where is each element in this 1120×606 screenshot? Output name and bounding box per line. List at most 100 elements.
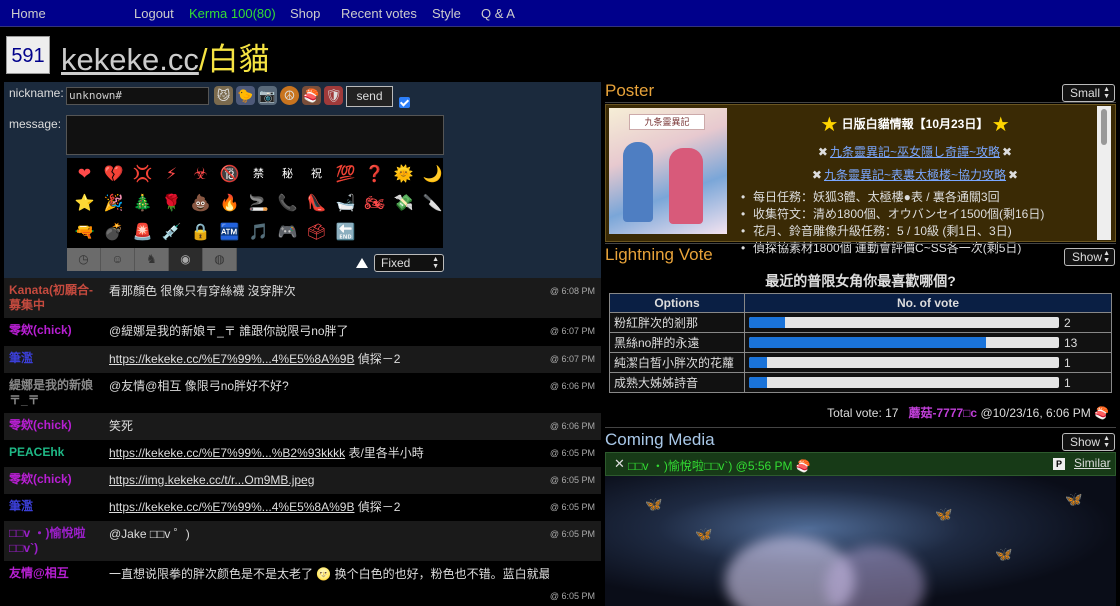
emoji-button[interactable]: 🎄 bbox=[128, 189, 157, 218]
poster-text: ★ 日版白貓情報【10月23日】 ★ ✖ 九条靈異記~巫女隱し奇譚~攻略 ✖ ✖ 九条… bbox=[735, 112, 1095, 257]
emoji-button[interactable]: ⚡ bbox=[157, 160, 186, 189]
camera-icon[interactable]: 📷 bbox=[258, 86, 277, 105]
emoji-button[interactable]: 🌙 bbox=[418, 160, 447, 189]
vote-table: Options No. of vote 粉紅胖次的剎那 2 黑絲no胖的永遠 13 純潔… bbox=[609, 293, 1112, 393]
emoji-button[interactable]: 📞 bbox=[273, 189, 302, 218]
emoji-button[interactable]: 🎵 bbox=[244, 218, 273, 247]
emoji-button[interactable]: 祝 bbox=[302, 160, 331, 189]
emoji-button[interactable]: 💣 bbox=[99, 218, 128, 247]
emoji-button[interactable]: 🏧 bbox=[215, 218, 244, 247]
sushi-icon[interactable]: 🍣 bbox=[302, 86, 321, 105]
emoji-button[interactable]: 🎉 bbox=[99, 189, 128, 218]
media-image[interactable]: 🦋 🦋 🦋 🦋 🦋 bbox=[605, 476, 1116, 606]
emoji-button[interactable]: 👠 bbox=[302, 189, 331, 218]
emoji-button[interactable]: 🚨 bbox=[128, 218, 157, 247]
nav-recent-votes[interactable]: Recent votes bbox=[341, 6, 417, 21]
poster-link-2[interactable]: 九条靈異記~表裏太極楼~協力攻略 bbox=[824, 168, 1006, 182]
poster-link-1[interactable]: 九条靈異記~巫女隱し奇譚~攻略 bbox=[830, 145, 1000, 159]
poster-scrollbar[interactable] bbox=[1097, 106, 1111, 240]
peace-icon[interactable]: ☮ bbox=[280, 86, 299, 105]
emoji-button[interactable]: 💩 bbox=[186, 189, 215, 218]
butterfly-icon: 🦋 bbox=[695, 526, 713, 542]
chat-username[interactable]: 零欸(chick) bbox=[9, 472, 101, 487]
nav-shop[interactable]: Shop bbox=[290, 6, 320, 21]
emoji-button[interactable]: 💢 bbox=[128, 160, 157, 189]
chat-link[interactable]: https://kekeke.cc/%E7%99%...4%E5%8A%9B bbox=[109, 500, 354, 514]
emoji-button[interactable]: ⭐ bbox=[70, 189, 99, 218]
nav-logout[interactable]: Logout bbox=[134, 6, 174, 21]
bulb-icon[interactable]: ◉ bbox=[169, 248, 203, 271]
emoji-button[interactable]: 💉 bbox=[157, 218, 186, 247]
similar-link[interactable]: Similar bbox=[1074, 456, 1111, 470]
emoji-button[interactable]: 💔 bbox=[99, 160, 128, 189]
message-input[interactable] bbox=[66, 115, 444, 155]
chat-link[interactable]: https://img.kekeke.cc/t/r...Om9MB.jpeg bbox=[109, 473, 314, 487]
butterfly-icon: 🦋 bbox=[645, 496, 663, 512]
nav-kerma[interactable]: Kerma 100(80) bbox=[189, 6, 276, 21]
media-user[interactable]: □□v ・)愉悅啦□□v`) bbox=[628, 459, 732, 473]
p-button[interactable]: P bbox=[1053, 458, 1065, 470]
vote-row: 成熟大姊姊詩音 1 bbox=[609, 372, 1112, 393]
vote-date: @10/23/16, 6:06 PM bbox=[980, 406, 1091, 420]
nickname-input[interactable]: unknown# bbox=[66, 87, 209, 105]
vote-show-select[interactable]: Show ▲ ▼ bbox=[1064, 248, 1115, 266]
chat-username[interactable]: PEACEhk bbox=[9, 445, 101, 460]
cat-icon[interactable]: 😼 bbox=[214, 86, 233, 105]
close-icon[interactable]: ✕ bbox=[614, 456, 625, 472]
emoji-button[interactable]: 🔫 bbox=[70, 218, 99, 247]
emoji-button[interactable]: 秘 bbox=[273, 160, 302, 189]
emoji-button[interactable]: 🔪 bbox=[418, 189, 447, 218]
chat-username[interactable]: □□v ・)愉悅啦□□v`) bbox=[9, 526, 101, 556]
clock-icon[interactable]: ◷ bbox=[67, 248, 101, 271]
chat-link[interactable]: https://kekeke.cc/%E7%99%...4%E5%8A%9B bbox=[109, 352, 354, 366]
chat-username[interactable]: 筆濫 bbox=[9, 351, 101, 366]
poster-size-select[interactable]: Small ▲ ▼ bbox=[1062, 84, 1115, 102]
collapse-arrow-icon[interactable] bbox=[356, 258, 368, 268]
emoji-button[interactable]: 🔚 bbox=[331, 218, 360, 247]
emoji-button[interactable]: ☣ bbox=[186, 160, 215, 189]
smiley-icon[interactable]: ☺ bbox=[101, 248, 135, 271]
emoji-button[interactable]: 🏍 bbox=[360, 189, 389, 218]
auto-checkbox[interactable] bbox=[399, 97, 410, 108]
animal-icon[interactable]: ♞ bbox=[135, 248, 169, 271]
media-show-select[interactable]: Show ▲ ▼ bbox=[1062, 433, 1115, 451]
nickname-label: nickname: bbox=[9, 86, 64, 100]
emoji-button[interactable]: 🎮 bbox=[273, 218, 302, 247]
chat-username[interactable]: 零欸(chick) bbox=[9, 418, 101, 433]
emoji-button[interactable]: 🌹 bbox=[157, 189, 186, 218]
vote-col-options: Options bbox=[609, 293, 745, 313]
emoji-button[interactable]: 🔥 bbox=[215, 189, 244, 218]
chat-username[interactable]: Kanata(初願合-募集中 bbox=[9, 283, 101, 313]
emoji-button[interactable]: 💸 bbox=[389, 189, 418, 218]
emoji-button[interactable]: ❤ bbox=[70, 160, 99, 189]
chat-username[interactable]: 筆濫 bbox=[9, 499, 101, 514]
chat-username[interactable]: 友情@相互 bbox=[9, 566, 101, 581]
chat-link[interactable]: https://kekeke.cc/%E7%99%...%B2%93kkkk bbox=[109, 446, 345, 460]
chat-timestamp: @ 6:05 PM bbox=[549, 529, 595, 539]
scrollbar-thumb[interactable] bbox=[1101, 109, 1107, 145]
nav-style[interactable]: Style bbox=[432, 6, 461, 21]
chat-username[interactable]: 零欸(chick) bbox=[9, 323, 101, 338]
emoji-button[interactable]: 🚬 bbox=[244, 189, 273, 218]
nav-home[interactable]: Home bbox=[11, 6, 46, 21]
send-button[interactable]: send bbox=[346, 86, 393, 107]
vote-author[interactable]: 蘑菇-7777□c bbox=[908, 406, 977, 420]
vote-bar bbox=[749, 377, 768, 389]
chat-timestamp: @ 6:07 PM bbox=[549, 326, 595, 336]
chicks-icon[interactable]: 🐤 bbox=[236, 86, 255, 105]
chat-username[interactable]: 緹娜是我的新娘〒_〒 bbox=[9, 378, 101, 408]
emoji-button[interactable]: ❓ bbox=[360, 160, 389, 189]
emoji-button[interactable]: 🌞 bbox=[389, 160, 418, 189]
emoji-button[interactable]: 💯 bbox=[331, 160, 360, 189]
emoji-button[interactable]: 禁 bbox=[244, 160, 273, 189]
emoji-button[interactable]: 🗳 bbox=[302, 218, 331, 247]
emoji-button[interactable]: 🔒 bbox=[186, 218, 215, 247]
emoji-button[interactable]: 🛁 bbox=[331, 189, 360, 218]
poster-image[interactable]: 九条靈異記 bbox=[609, 108, 727, 234]
shield-icon[interactable]: 🛡 bbox=[324, 86, 343, 105]
emoji-button[interactable]: 🔞 bbox=[215, 160, 244, 189]
nav-qa[interactable]: Q & A bbox=[481, 6, 515, 21]
site-link[interactable]: kekeke.cc bbox=[61, 42, 199, 77]
ball-icon[interactable]: ◍ bbox=[203, 248, 237, 271]
emoji-mode-select[interactable]: Fixed ▲ ▼ bbox=[374, 254, 444, 272]
